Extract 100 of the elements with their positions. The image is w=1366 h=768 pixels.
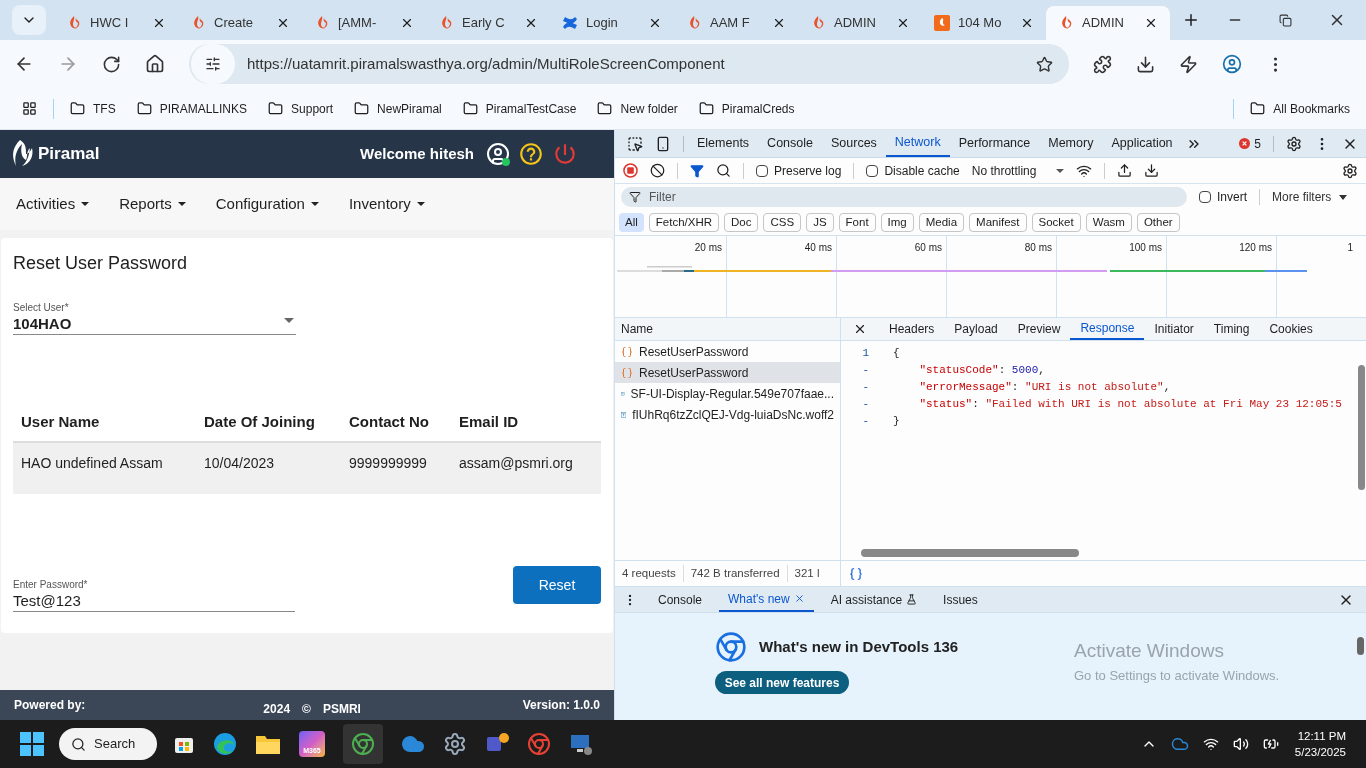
close-icon[interactable] (1020, 16, 1034, 30)
lightning-icon[interactable] (1179, 54, 1198, 74)
browser-tab[interactable]: Early C (426, 6, 550, 40)
battery-icon[interactable] (1262, 736, 1279, 752)
drawer-tab[interactable]: AI assistance (821, 587, 927, 612)
new-tab-icon[interactable] (1182, 11, 1200, 29)
import-icon[interactable] (1117, 163, 1133, 178)
detail-tab[interactable]: Headers (879, 318, 945, 340)
download-icon[interactable] (1136, 54, 1155, 74)
close-icon[interactable] (276, 16, 290, 30)
menu-item[interactable]: Configuration (215, 192, 319, 216)
clear-icon[interactable] (650, 163, 665, 178)
detail-tab[interactable]: Response (1070, 318, 1145, 340)
type-filter-chip[interactable]: Font (838, 213, 876, 232)
browser-tab[interactable]: [AMM- (302, 6, 426, 40)
browser-tab[interactable]: ADMIN (1046, 6, 1170, 40)
panel-tab[interactable]: Performance (949, 130, 1040, 157)
detail-tab[interactable]: Initiator (1144, 318, 1204, 340)
type-filter-chip[interactable]: Manifest (969, 213, 1027, 232)
search-icon[interactable] (716, 163, 731, 178)
type-filter-chip[interactable]: Media (918, 213, 965, 232)
detail-tab[interactable]: Cookies (1259, 318, 1323, 340)
close-icon[interactable] (400, 16, 414, 30)
bookmark[interactable]: PiramalCreds (721, 99, 795, 118)
close-icon[interactable] (648, 16, 662, 30)
type-filter-chip[interactable]: Wasm (1085, 213, 1132, 232)
panel-tab[interactable]: Console (758, 130, 822, 157)
inspect-icon[interactable] (627, 135, 643, 152)
menu-item[interactable]: Inventory (348, 192, 425, 216)
bookmark[interactable]: New folder (620, 99, 678, 118)
user-icon[interactable] (486, 142, 510, 166)
close-icon[interactable] (853, 322, 867, 336)
clock-date[interactable]: 5/23/2025 (1294, 744, 1346, 760)
drawer-tab[interactable]: Console (649, 587, 712, 612)
help-icon[interactable] (518, 141, 544, 167)
detail-tab[interactable]: Timing (1203, 318, 1260, 340)
apps-icon[interactable] (22, 101, 37, 116)
tab-search-button[interactable] (12, 5, 46, 35)
settings-icon[interactable] (1286, 135, 1302, 152)
type-filter-chip[interactable]: All (619, 213, 644, 232)
extensions-icon[interactable] (1093, 54, 1112, 74)
type-filter-chip[interactable]: CSS (763, 213, 802, 232)
power-icon[interactable] (552, 141, 578, 167)
drawer-tab[interactable]: Issues (934, 587, 987, 612)
volume-icon[interactable] (1232, 736, 1249, 752)
select-user-field[interactable]: Select User* 104HAO (13, 300, 296, 335)
checkbox[interactable] (866, 164, 879, 177)
bookmark[interactable]: PIRAMALLINKS (159, 99, 248, 118)
detail-tab[interactable]: Preview (1007, 318, 1071, 340)
device-icon[interactable] (655, 135, 671, 152)
type-filter-chip[interactable]: JS (806, 213, 834, 232)
panel-tab[interactable]: Sources (822, 130, 886, 157)
folder-icon[interactable] (255, 733, 281, 755)
wifi-icon[interactable] (1202, 736, 1219, 752)
export-icon[interactable] (1144, 163, 1160, 178)
remote-desktop-icon[interactable] (569, 732, 593, 756)
panel-tab[interactable]: Elements (688, 130, 759, 157)
home-icon[interactable] (145, 54, 165, 74)
browser-tab[interactable]: AAM F (674, 6, 798, 40)
close-icon[interactable] (1144, 16, 1158, 30)
close-icon[interactable] (524, 16, 538, 30)
type-filter-chip[interactable]: Doc (724, 213, 759, 232)
reload-icon[interactable] (102, 54, 121, 74)
record-icon[interactable] (623, 163, 638, 178)
bookmark[interactable]: TFS (93, 99, 116, 118)
address-bar[interactable]: https://uatamrit.piramalswasthya.org/admin/MultiRoleScreenComponent (189, 44, 1069, 84)
filter-field[interactable]: Filter (621, 187, 1187, 207)
bookmark[interactable]: PiramalTestCase (485, 99, 577, 118)
site-settings-icon[interactable] (205, 56, 221, 72)
menu-item[interactable]: Activities (16, 192, 90, 216)
checkbox[interactable] (756, 164, 768, 177)
bookmark[interactable]: Support (291, 99, 334, 118)
browser-tab[interactable]: ADMIN (798, 6, 922, 40)
bookmark[interactable]: NewPiramal (377, 99, 442, 118)
panel-tab[interactable]: Network (885, 130, 950, 157)
request-row[interactable]: ResetUserPassword (615, 362, 840, 383)
restore-icon[interactable] (1279, 13, 1292, 27)
browser-tab[interactable]: HWC I (54, 6, 178, 40)
search-field[interactable]: Search (59, 728, 157, 760)
all-bookmarks[interactable]: All Bookmarks (1273, 99, 1350, 118)
type-filter-chip[interactable]: Img (880, 213, 914, 232)
throttling-select[interactable]: No throttling (971, 161, 1065, 180)
type-filter-chip[interactable]: Other (1136, 213, 1180, 232)
panel-tab[interactable]: Memory (1039, 130, 1103, 157)
error-count[interactable]: 5 (1254, 134, 1261, 153)
windows-logo-icon[interactable] (20, 732, 44, 756)
settings-icon[interactable] (1342, 162, 1358, 179)
pretty-print-icon[interactable] (849, 566, 863, 581)
type-filter-chip[interactable]: Socket (1031, 213, 1081, 232)
panel-tab[interactable]: Application (1102, 130, 1182, 157)
browser-tab[interactable]: 104 Mo (922, 6, 1046, 40)
edge-icon[interactable] (213, 732, 237, 756)
password-field[interactable]: Enter Password* Test@123 (13, 577, 295, 612)
reset-button[interactable]: Reset (513, 566, 601, 604)
active-taskbar-item[interactable] (343, 724, 383, 764)
browser-tab[interactable]: Create (178, 6, 302, 40)
close-icon[interactable] (772, 16, 786, 30)
onedrive-icon[interactable] (1170, 735, 1189, 753)
profile-icon[interactable] (1222, 54, 1242, 74)
filter-icon[interactable] (690, 163, 704, 178)
